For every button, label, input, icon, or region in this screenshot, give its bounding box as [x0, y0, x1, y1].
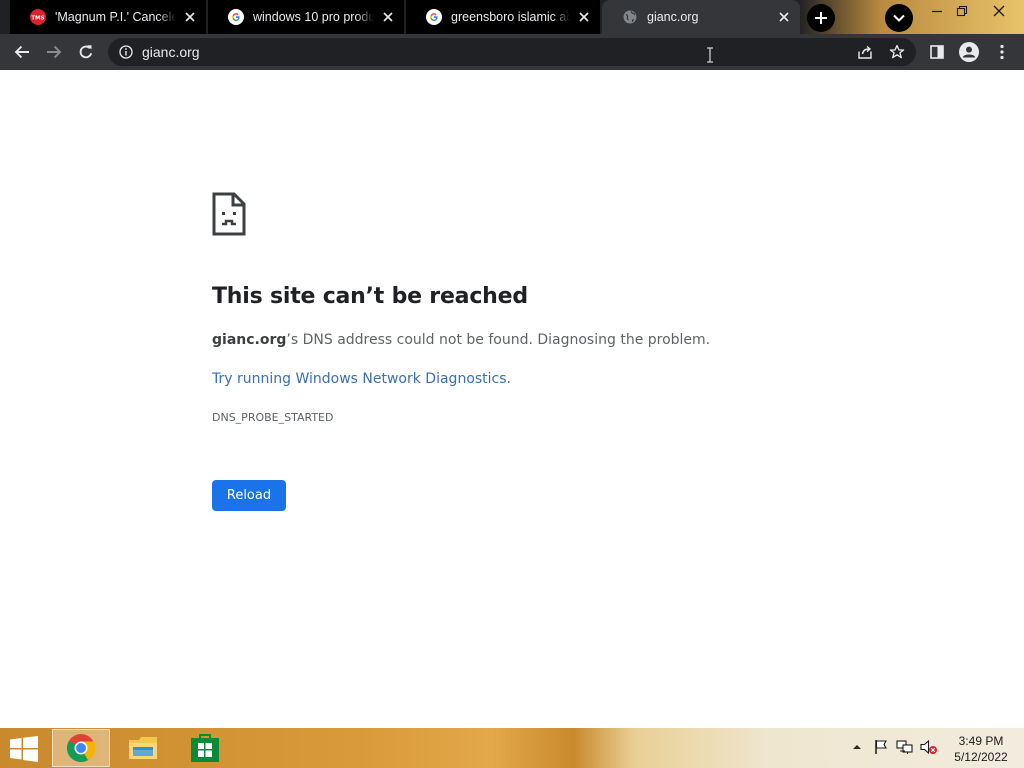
google-icon	[426, 9, 442, 25]
close-icon[interactable]	[182, 9, 198, 25]
chevron-up-icon	[853, 745, 861, 749]
profile-icon	[959, 42, 979, 62]
minimize-button[interactable]	[926, 2, 948, 20]
arrow-right-icon	[47, 45, 62, 59]
error-description-text: ’s DNS address could not be found. Diagn…	[286, 332, 711, 348]
side-panel-icon	[930, 45, 944, 59]
more-vertical-icon	[1000, 44, 1004, 60]
close-icon	[993, 5, 1005, 17]
text-cursor-icon	[706, 47, 714, 63]
forward-button[interactable]	[40, 38, 68, 66]
taskbar-chrome[interactable]	[52, 729, 110, 767]
address-bar[interactable]: gianc.org	[108, 38, 916, 66]
clock-time: 3:49 PM	[958, 734, 1004, 748]
share-icon[interactable]	[856, 43, 874, 61]
error-code: DNS_PROBE_STARTED	[212, 411, 334, 424]
tab-gianc[interactable]: gianc.org	[602, 0, 800, 34]
menu-button[interactable]	[988, 38, 1016, 66]
tab-windows-10[interactable]: windows 10 pro product k	[208, 0, 404, 34]
tab-magnum[interactable]: TMS 'Magnum P.I.' Canceled at	[10, 0, 206, 34]
globe-icon	[622, 9, 638, 25]
tab-title: 'Magnum P.I.' Canceled at	[55, 10, 176, 24]
error-description: gianc.org’s DNS address could not be fou…	[212, 332, 710, 348]
store-icon	[191, 734, 219, 762]
error-title: This site can’t be reached	[212, 284, 528, 309]
diagnostics-period: .	[506, 371, 511, 387]
restore-button[interactable]	[951, 2, 973, 20]
chevron-down-icon	[893, 14, 905, 22]
tab-greensboro[interactable]: greensboro islamic acade	[406, 0, 600, 34]
diagnostics-line: Try running Windows Network Diagnostics.	[212, 371, 511, 387]
bookmark-star-icon[interactable]	[888, 43, 906, 61]
file-explorer-icon	[129, 737, 157, 759]
svg-text:TMS: TMS	[31, 16, 44, 22]
network-diagnostics-link[interactable]: Try running Windows Network Diagnostics	[212, 371, 507, 387]
reload-button[interactable]: Reload	[212, 480, 286, 511]
error-page: This site can’t be reached gianc.org’s D…	[0, 70, 1024, 728]
close-icon[interactable]	[776, 9, 792, 25]
start-button[interactable]	[10, 736, 38, 762]
refresh-icon	[79, 45, 93, 59]
action-center-icon[interactable]	[872, 738, 890, 756]
arrow-left-icon	[14, 45, 29, 59]
tab-strip: TMS 'Magnum P.I.' Canceled at windows 10…	[0, 0, 1024, 34]
taskbar-store[interactable]	[176, 729, 234, 767]
google-icon	[228, 9, 244, 25]
minimize-icon	[932, 10, 942, 13]
restore-icon	[956, 5, 968, 17]
tab-title: gianc.org	[647, 10, 699, 24]
volume-muted-icon[interactable]	[920, 738, 938, 756]
network-icon[interactable]	[896, 738, 914, 756]
tms-icon: TMS	[30, 9, 46, 25]
error-domain: gianc.org	[212, 332, 287, 348]
taskbar: 3:49 PM 5/12/2022	[0, 728, 1024, 768]
tab-search-button[interactable]	[885, 4, 913, 32]
info-icon[interactable]	[118, 44, 134, 60]
tab-title: greensboro islamic acade	[451, 10, 570, 24]
close-icon[interactable]	[576, 9, 592, 25]
chrome-icon	[67, 734, 96, 762]
clock-date: 5/12/2022	[954, 750, 1008, 764]
window-close-button[interactable]	[988, 2, 1010, 20]
browser-toolbar: gianc.org	[0, 34, 1024, 70]
system-clock[interactable]: 3:49 PM 5/12/2022	[944, 733, 1018, 765]
url-text[interactable]: gianc.org	[142, 44, 200, 60]
sad-document-icon	[212, 192, 246, 236]
show-hidden-icons-button[interactable]	[848, 738, 866, 756]
windows-logo-icon	[10, 736, 38, 762]
plus-icon	[815, 12, 827, 24]
new-tab-button[interactable]	[807, 4, 835, 32]
close-icon[interactable]	[380, 9, 396, 25]
back-button[interactable]	[8, 38, 36, 66]
tab-title: windows 10 pro product k	[253, 10, 374, 24]
taskbar-file-explorer[interactable]	[114, 729, 172, 767]
profile-button[interactable]	[955, 38, 983, 66]
side-panel-button[interactable]	[923, 38, 951, 66]
reload-toolbar-button[interactable]	[72, 38, 100, 66]
